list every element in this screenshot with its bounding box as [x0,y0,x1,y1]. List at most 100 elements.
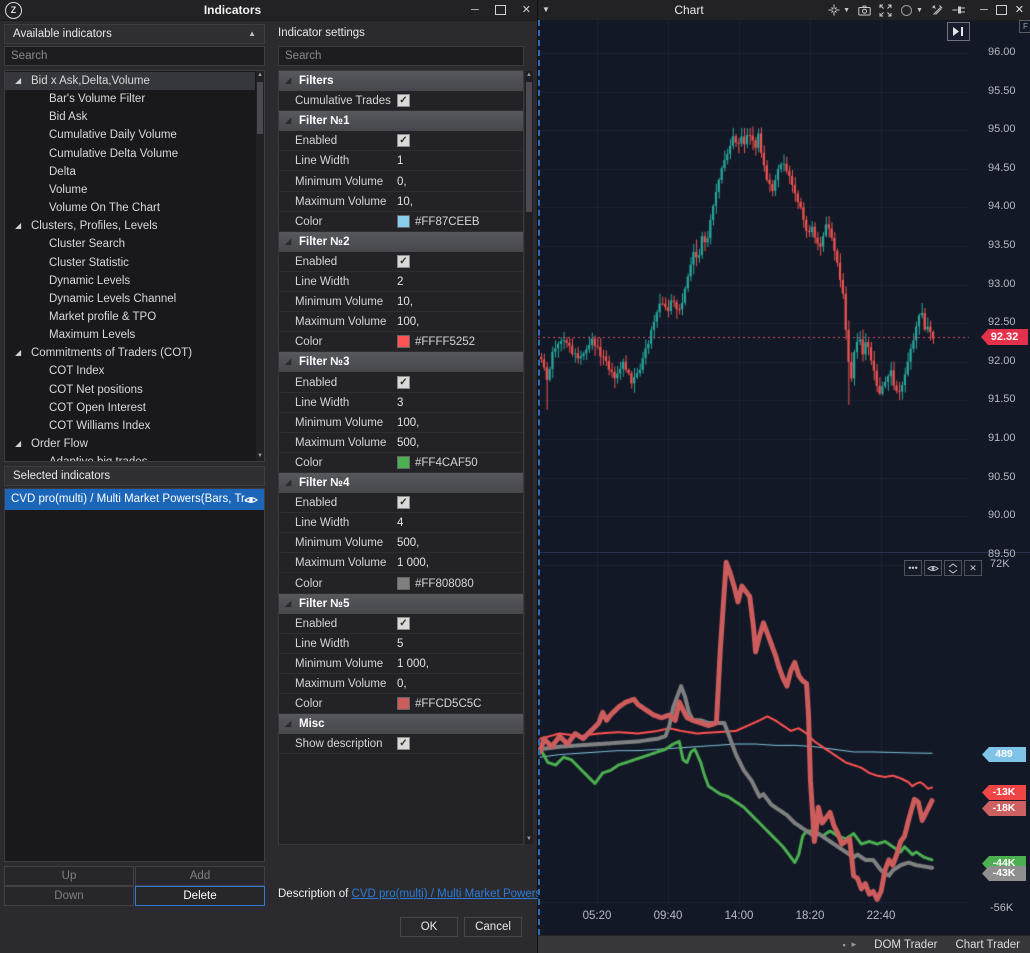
settings-property-row[interactable]: Color#FFFF5252 [279,332,523,352]
tree-item[interactable]: Cluster Search [5,235,255,253]
settings-property-row[interactable]: Enabled✓ [279,252,523,272]
window-menu-caret-icon[interactable]: ▼ [542,0,550,20]
tree-item[interactable]: Delta [5,163,255,181]
expander-icon[interactable]: ◢ [15,217,21,235]
settings-property-row[interactable]: Line Width5 [279,634,523,654]
settings-property-row[interactable]: Maximum Volume1 000, [279,553,523,573]
corner-flag-box[interactable]: F [1019,20,1030,33]
maximize-button[interactable] [495,5,506,15]
minimize-button[interactable]: ─ [471,0,479,20]
property-value[interactable]: 100, [397,312,419,332]
indicator-options-icon[interactable]: ••• [904,560,922,576]
settings-section-header[interactable]: ◢Filter №2 [279,232,523,252]
window-splitter[interactable] [538,20,540,935]
scroll-down-icon[interactable]: ▼ [256,452,264,461]
settings-property-row[interactable]: Show description✓ [279,734,523,754]
camera-icon[interactable] [858,5,871,16]
expander-icon[interactable]: ◢ [285,232,291,252]
settings-scrollbar[interactable]: ▲ ▼ [525,71,533,844]
expander-icon[interactable]: ◢ [285,111,291,131]
tree-item[interactable]: Bid Ask [5,108,255,126]
tree-item[interactable]: COT Open Interest [5,399,255,417]
settings-property-row[interactable]: Color#FFCD5C5C [279,694,523,714]
settings-property-row[interactable]: Minimum Volume1 000, [279,654,523,674]
property-value[interactable]: 4 [397,513,403,533]
color-swatch[interactable] [397,697,410,710]
cancel-button[interactable]: Cancel [464,917,522,937]
delete-button[interactable]: Delete [135,886,265,906]
tree-group-item[interactable]: ◢Commitments of Traders (COT) [5,344,255,362]
tree-item[interactable]: Dynamic Levels Channel [5,290,255,308]
expander-icon[interactable]: ◢ [15,435,21,453]
expander-icon[interactable]: ◢ [15,72,21,90]
property-value[interactable]: 100, [397,413,419,433]
tree-scrollbar-thumb[interactable] [257,82,263,134]
tree-item[interactable]: COT Williams Index [5,417,255,435]
settings-property-row[interactable]: Line Width1 [279,151,523,171]
checkbox[interactable]: ✓ [397,496,410,509]
tree-item[interactable]: Volume [5,181,255,199]
settings-property-row[interactable]: Color#FF4CAF50 [279,453,523,473]
tree-item[interactable]: Bar's Volume Filter [5,90,255,108]
tab-chart-trader[interactable]: Chart Trader [955,939,1020,951]
settings-property-row[interactable]: Minimum Volume100, [279,413,523,433]
settings-property-row[interactable]: Minimum Volume500, [279,533,523,553]
selected-indicator-row[interactable]: CVD pro(multi) / Multi Market Powers(Bar… [5,489,264,510]
settings-property-row[interactable]: Maximum Volume500, [279,433,523,453]
settings-property-row[interactable]: Color#FF87CEEB [279,212,523,232]
checkbox[interactable]: ✓ [397,617,410,630]
property-value[interactable]: 10, [397,192,413,212]
settings-property-row[interactable]: Maximum Volume10, [279,192,523,212]
checkbox[interactable]: ✓ [397,376,410,389]
expander-icon[interactable]: ◢ [15,344,21,362]
chart-titlebar[interactable]: ▼ Chart ▼ ▼ [538,0,1030,21]
settings-property-row[interactable]: Line Width4 [279,513,523,533]
checkbox[interactable]: ✓ [397,94,410,107]
settings-section-header[interactable]: ◢Filter №5 [279,594,523,614]
go-to-realtime-button[interactable] [947,22,970,41]
tree-scrollbar[interactable]: ▲ ▼ [256,71,264,461]
maximize-button[interactable] [996,5,1007,15]
indicator-settings-grid[interactable]: ◢FiltersCumulative Trades✓◢Filter №1Enab… [278,70,524,845]
property-value[interactable]: 0, [397,172,407,192]
up-button[interactable]: Up [4,866,134,886]
visibility-eye-icon[interactable] [244,495,258,505]
settings-property-row[interactable]: Cumulative Trades✓ [279,91,523,111]
tree-item[interactable]: Volume On The Chart [5,199,255,217]
tree-group-item[interactable]: ◢Order Flow [5,435,255,453]
tree-item[interactable]: Cumulative Daily Volume [5,126,255,144]
settings-search-input[interactable] [278,46,524,66]
available-search-input[interactable] [4,46,265,66]
settings-property-row[interactable]: Enabled✓ [279,373,523,393]
minimize-button[interactable]: ─ [980,0,988,20]
color-dropdown-caret-icon[interactable]: ▼ [916,7,923,14]
tree-item[interactable]: COT Index [5,362,255,380]
settings-property-row[interactable]: Minimum Volume10, [279,292,523,312]
settings-property-row[interactable]: Color#FF808080 [279,574,523,594]
tree-item[interactable]: COT Net positions [5,381,255,399]
scroll-up-icon[interactable]: ▲ [525,71,533,80]
settings-section-header[interactable]: ◢Filters [279,71,523,91]
property-value[interactable]: 2 [397,272,403,292]
indicator-pane-canvas[interactable] [538,553,969,905]
settings-property-row[interactable]: Enabled✓ [279,493,523,513]
tree-item[interactable]: Maximum Levels [5,326,255,344]
indicators-titlebar[interactable]: Z Indicators ─ ✕ [0,0,537,21]
tree-item[interactable]: Cumulative Delta Volume [5,145,255,163]
expand-tabs-icon[interactable]: ▸ [852,939,857,950]
settings-section-header[interactable]: ◢Misc [279,714,523,734]
available-indicators-header[interactable]: Available indicators ▲ [4,24,265,44]
tree-group-item[interactable]: ◢Bid x Ask,Delta,Volume [5,72,255,90]
property-value[interactable]: 500, [397,533,419,553]
expander-icon[interactable]: ◢ [285,71,291,91]
checkbox[interactable]: ✓ [397,134,410,147]
color-circle-icon[interactable] [900,4,913,17]
panel-square-icon[interactable]: ▪ [842,940,845,950]
color-swatch[interactable] [397,215,410,228]
indicator-visibility-eye-icon[interactable] [924,560,942,576]
settings-property-row[interactable]: Minimum Volume0, [279,172,523,192]
color-hex-value[interactable]: #FFCD5C5C [415,694,481,714]
checkbox[interactable]: ✓ [397,737,410,750]
color-hex-value[interactable]: #FF4CAF50 [415,453,478,473]
expander-icon[interactable]: ◢ [285,594,291,614]
